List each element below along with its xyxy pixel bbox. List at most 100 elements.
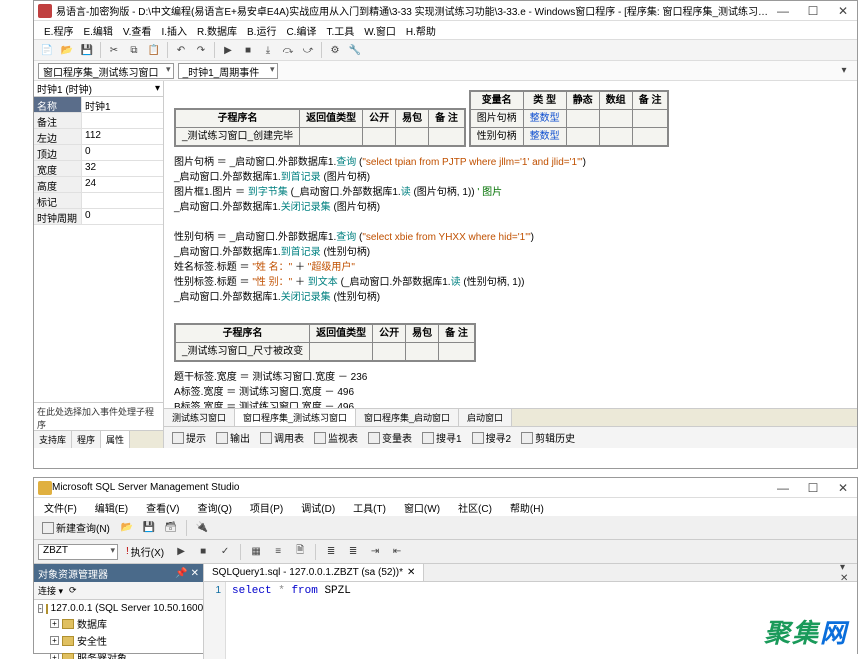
tree-databases[interactable]: +数据库 (36, 615, 201, 632)
tree-serverobjects[interactable]: +服务器对象 (36, 649, 201, 659)
open-icon[interactable]: 📂 (118, 519, 136, 537)
refresh-icon[interactable]: ⟳ (69, 585, 77, 596)
minimize-button[interactable]: — (773, 481, 793, 495)
stop-icon[interactable]: ■ (194, 543, 212, 561)
redo-icon[interactable]: ↷ (192, 41, 210, 59)
debug-icon[interactable]: ▶ (172, 543, 190, 561)
menu-view[interactable]: V.查看 (119, 22, 156, 39)
minimize-button[interactable]: — (773, 4, 793, 18)
expand-icon[interactable]: + (50, 653, 59, 659)
combo-module[interactable]: 窗口程序集_测试练习窗口 (38, 63, 174, 79)
prop-value[interactable]: 0 (82, 209, 163, 224)
database-combo[interactable]: ZBZT (38, 544, 118, 560)
menu-window[interactable]: W.窗口 (360, 22, 400, 39)
sql-editor[interactable]: 1 select * from SPZL (204, 582, 857, 659)
cut-icon[interactable]: ✂ (105, 41, 123, 59)
new-query-button[interactable]: 新建查询(N) (38, 519, 114, 536)
grid-icon[interactable]: ▦ (247, 543, 265, 561)
save-icon[interactable]: 💾 (78, 41, 96, 59)
prop-value[interactable]: 0 (82, 145, 163, 160)
uncomment-icon[interactable]: ≣ (344, 543, 362, 561)
expand-icon[interactable]: + (50, 636, 59, 645)
maximize-button[interactable]: ☐ (803, 4, 823, 18)
indent-icon[interactable]: ⇥ (366, 543, 384, 561)
menu-file[interactable]: 文件(F) (40, 499, 81, 516)
stop-icon[interactable]: ■ (239, 41, 257, 59)
sql-tab[interactable]: SQLQuery1.sql - 127.0.0.1.ZBZT (sa (52))… (204, 564, 424, 581)
menu-program[interactable]: E.程序 (40, 22, 77, 39)
component-selector[interactable]: 时钟1 (时钟) (34, 81, 163, 97)
collapse-icon[interactable]: - (38, 604, 43, 613)
output-button[interactable]: 输出 (212, 429, 254, 446)
close-button[interactable]: ✕ (833, 481, 853, 495)
menu-debug[interactable]: 调试(D) (297, 499, 339, 516)
tab-properties[interactable]: 属性 (101, 431, 130, 448)
find2-button[interactable]: 搜寻2 (468, 429, 516, 446)
menu-edit[interactable]: 编辑(E) (91, 499, 132, 516)
event-hint[interactable]: 在此处选择加入事件处理子程序 (34, 402, 163, 430)
menu-tools[interactable]: T.工具 (322, 22, 358, 39)
vartable-button[interactable]: 变量表 (364, 429, 416, 446)
prop-value[interactable]: 112 (82, 129, 163, 144)
prop-value[interactable] (82, 113, 163, 128)
tab-support[interactable]: 支持库 (34, 431, 72, 448)
combo-event[interactable]: _时钟1_周期事件 (178, 63, 278, 79)
copy-icon[interactable]: ⧉ (125, 41, 143, 59)
menu-help[interactable]: 帮助(H) (506, 499, 548, 516)
expand-icon[interactable]: + (50, 619, 59, 628)
pin-icon[interactable]: 📌 ✕ (175, 568, 199, 579)
tab-start-module[interactable]: 窗口程序集_启动窗口 (356, 409, 459, 426)
menu-project[interactable]: 项目(P) (246, 499, 287, 516)
tree-server[interactable]: -127.0.0.1 (SQL Server 10.50.1600 (36, 602, 201, 615)
build-icon[interactable]: ⚙ (326, 41, 344, 59)
save-icon[interactable]: 💾 (140, 519, 158, 537)
menu-community[interactable]: 社区(C) (454, 499, 496, 516)
prop-value[interactable]: 32 (82, 161, 163, 176)
open-icon[interactable]: 📂 (58, 41, 76, 59)
parse-icon[interactable]: ✓ (216, 543, 234, 561)
menu-edit[interactable]: E.编辑 (79, 22, 116, 39)
dropdown-icon[interactable]: ▾ ✕ (839, 564, 857, 582)
sql-text[interactable]: select * from SPZL (226, 582, 857, 659)
connect-button[interactable]: 连接 ▾ (38, 584, 63, 597)
close-tab-icon[interactable]: ✕ (407, 567, 415, 578)
prop-value[interactable] (82, 193, 163, 208)
menu-tools[interactable]: 工具(T) (349, 499, 390, 516)
comment-icon[interactable]: ≣ (322, 543, 340, 561)
paste-icon[interactable]: 📋 (145, 41, 163, 59)
menu-query[interactable]: 查询(Q) (193, 499, 235, 516)
execute-button[interactable]: !执行(X) (122, 543, 168, 560)
calltable-button[interactable]: 调用表 (256, 429, 308, 446)
activity-icon[interactable]: 🔌 (193, 519, 211, 537)
menu-insert[interactable]: I.插入 (157, 22, 191, 39)
menu-run[interactable]: B.运行 (243, 22, 280, 39)
menu-help[interactable]: H.帮助 (402, 22, 440, 39)
stepover-icon[interactable]: ⤼ (279, 41, 297, 59)
find1-button[interactable]: 搜寻1 (418, 429, 466, 446)
new-icon[interactable]: 📄 (38, 41, 56, 59)
close-button[interactable]: ✕ (833, 4, 853, 18)
menu-view[interactable]: 查看(V) (142, 499, 183, 516)
hint-button[interactable]: 提示 (168, 429, 210, 446)
tab-test-window[interactable]: 测试练习窗口 (164, 409, 235, 426)
tab-test-module[interactable]: 窗口程序集_测试练习窗口 (235, 409, 356, 426)
menu-window[interactable]: 窗口(W) (400, 499, 444, 516)
tab-program[interactable]: 程序 (72, 431, 101, 448)
watch-button[interactable]: 监视表 (310, 429, 362, 446)
saveall-icon[interactable]: 🗃 (162, 519, 180, 537)
dropdown-icon[interactable]: ▾ (835, 62, 853, 80)
prop-value[interactable]: 时钟1 (82, 97, 163, 112)
code-editor[interactable]: 子程序名 返回值类型 公开 易包 备 注 _测试练习窗口_创建完毕 变量名 类 … (164, 81, 857, 408)
text-icon[interactable]: ≡ (269, 543, 287, 561)
tab-start-window[interactable]: 启动窗口 (459, 409, 512, 426)
outdent-icon[interactable]: ⇤ (388, 543, 406, 561)
tree-security[interactable]: +安全性 (36, 632, 201, 649)
step-icon[interactable]: ⤓ (259, 41, 277, 59)
stepout-icon[interactable]: ⤻ (299, 41, 317, 59)
prop-value[interactable]: 24 (82, 177, 163, 192)
file-icon[interactable]: 🗎 (291, 543, 309, 561)
menu-database[interactable]: R.数据库 (193, 22, 241, 39)
maximize-button[interactable]: ☐ (803, 481, 823, 495)
tool-icon[interactable]: 🔧 (346, 41, 364, 59)
undo-icon[interactable]: ↶ (172, 41, 190, 59)
